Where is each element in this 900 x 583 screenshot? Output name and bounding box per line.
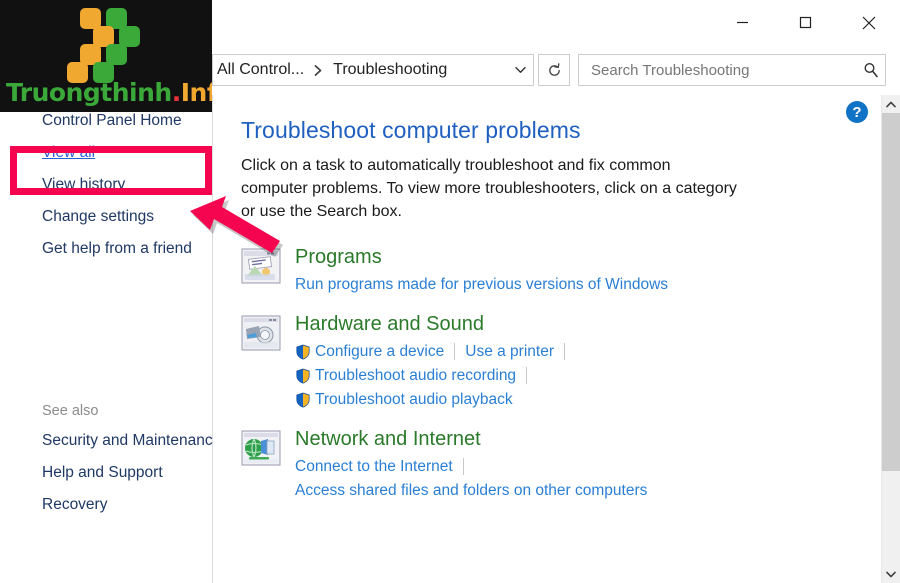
uac-shield-icon <box>295 392 311 408</box>
task-label: Troubleshoot audio recording <box>315 366 517 384</box>
uac-shield-icon <box>295 344 311 360</box>
refresh-button[interactable] <box>538 54 570 86</box>
window-controls <box>711 0 900 45</box>
task-separator <box>526 367 528 385</box>
close-button[interactable] <box>837 0 900 45</box>
minimize-icon <box>737 21 748 24</box>
see-also-label: See also <box>42 403 99 419</box>
breadcrumb-item-troubleshooting[interactable]: Troubleshooting <box>329 56 451 84</box>
page-title: Troubleshoot computer problems <box>241 117 581 143</box>
sidebar-item-change-settings[interactable]: Change settings <box>0 201 212 233</box>
category-programs: Programs Run programs made for previous … <box>241 246 900 297</box>
breadcrumb-item-all-control-panel[interactable]: All Control... <box>213 56 308 84</box>
search-box[interactable] <box>578 54 886 86</box>
close-icon <box>862 16 875 29</box>
category-title-programs[interactable]: Programs <box>295 246 900 269</box>
scroll-down-button[interactable] <box>882 565 900 583</box>
category-body-network-and-internet: Network and Internet Connect to the Inte… <box>295 428 900 503</box>
maximize-icon <box>799 16 812 29</box>
logo-text-part1: Truongthinh <box>6 78 172 107</box>
maximize-button[interactable] <box>774 0 837 45</box>
task-label: Access shared files and folders on other… <box>295 481 648 499</box>
task-run-programs-made-for-previous-versions-of-windows[interactable]: Run programs made for previous versions … <box>295 273 668 297</box>
category-body-hardware-and-sound: Hardware and Sound Configure a device Us… <box>295 313 900 412</box>
sidebar-item-recovery[interactable]: Recovery <box>0 489 212 521</box>
network-and-internet-icon <box>241 430 281 466</box>
sidebar-item-help-and-support[interactable]: Help and Support <box>0 457 212 489</box>
scrollbar-thumb[interactable] <box>882 113 900 471</box>
task-label: Use a printer <box>465 342 554 360</box>
main-content: ? Troubleshoot computer problems Click o… <box>213 95 900 583</box>
task-row: Troubleshoot audio recording <box>295 364 900 388</box>
logo-blocks-icon <box>58 6 158 83</box>
hardware-and-sound-icon <box>241 315 281 351</box>
help-button[interactable]: ? <box>846 101 868 123</box>
task-row: Access shared files and folders on other… <box>295 479 900 503</box>
task-separator <box>454 343 456 361</box>
window-body: Control Panel Home View all View history… <box>0 95 900 583</box>
sidebar-item-security-and-maintenance[interactable]: Security and Maintenance <box>0 425 221 457</box>
category-hardware-and-sound: Hardware and Sound Configure a device Us… <box>241 313 900 412</box>
chevron-up-icon <box>886 101 896 107</box>
sidebar-item-view-all[interactable]: View all <box>0 137 212 169</box>
category-body-programs: Programs Run programs made for previous … <box>295 246 900 297</box>
sidebar: Control Panel Home View all View history… <box>0 95 221 583</box>
chevron-down-icon[interactable] <box>507 56 533 84</box>
search-icon[interactable] <box>859 62 879 78</box>
category-network-and-internet: Network and Internet Connect to the Inte… <box>241 428 900 503</box>
task-access-shared-files-and-folders-on-other-computers[interactable]: Access shared files and folders on other… <box>295 479 647 503</box>
task-label: Run programs made for previous versions … <box>295 275 669 293</box>
sidebar-item-get-help-from-a-friend[interactable]: Get help from a friend <box>0 233 212 265</box>
task-separator <box>563 343 565 361</box>
task-row: Run programs made for previous versions … <box>295 273 900 297</box>
page-description: Click on a task to automatically trouble… <box>241 157 737 221</box>
see-also-section: See also Security and Maintenance Help a… <box>0 397 221 521</box>
task-label: Configure a device <box>315 342 445 360</box>
task-configure-a-device[interactable]: Configure a device <box>295 340 444 364</box>
task-row: Troubleshoot audio playback <box>295 388 900 412</box>
programs-icon <box>241 248 281 284</box>
minimize-button[interactable] <box>711 0 774 45</box>
task-use-a-printer[interactable]: Use a printer <box>465 340 554 364</box>
task-troubleshoot-audio-playback[interactable]: Troubleshoot audio playback <box>295 388 513 412</box>
refresh-icon <box>548 62 560 76</box>
task-row: Configure a device Use a printer <box>295 340 900 364</box>
chevron-down-icon <box>886 571 896 577</box>
logo-text: Truongthinh.Info <box>6 78 212 107</box>
breadcrumb-separator-icon <box>308 64 329 76</box>
task-troubleshoot-audio-recording[interactable]: Troubleshoot audio recording <box>295 364 516 388</box>
search-input[interactable] <box>589 60 859 80</box>
category-title-hardware-and-sound[interactable]: Hardware and Sound <box>295 313 900 336</box>
task-label: Troubleshoot audio playback <box>315 390 513 408</box>
task-label: Connect to the Internet <box>295 457 453 475</box>
logo-text-part2: Info <box>180 78 212 107</box>
address-bar[interactable]: All Control... Troubleshooting <box>212 54 534 86</box>
control-panel-window: All Control... Troubleshooting Search Tr… <box>0 0 900 583</box>
task-connect-to-the-internet[interactable]: Connect to the Internet <box>295 455 453 479</box>
scroll-up-button[interactable] <box>882 95 900 113</box>
task-separator <box>462 458 464 476</box>
vertical-scrollbar[interactable] <box>881 95 900 583</box>
logo-text-dot: . <box>171 78 182 107</box>
uac-shield-icon <box>295 368 311 384</box>
task-row: Connect to the Internet <box>295 455 900 479</box>
sidebar-item-view-history[interactable]: View history <box>0 169 212 201</box>
watermark-logo: Truongthinh.Info <box>0 0 212 112</box>
category-title-network-and-internet[interactable]: Network and Internet <box>295 428 900 451</box>
